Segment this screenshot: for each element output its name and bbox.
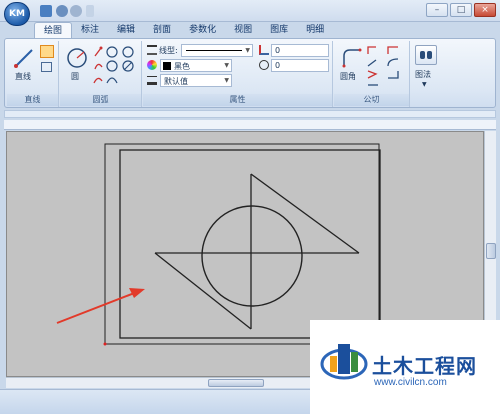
app-logo-button[interactable]: KM	[4, 2, 30, 26]
annotation-arrow-line	[56, 291, 138, 324]
fillet-button-label[interactable]: 圆角	[340, 71, 356, 82]
tab-view[interactable]: 视图	[225, 22, 261, 39]
color-palette-icon	[147, 60, 157, 70]
color-value: 黑色	[174, 62, 190, 71]
group-line: 直线 直线	[7, 41, 59, 107]
inner-border	[119, 149, 381, 339]
color-select[interactable]: 黑色 ▼	[160, 59, 232, 72]
horizontal-scroll-thumb[interactable]	[208, 379, 264, 387]
cad-window: – □ × KM 绘图 标注 编辑 剖面 参数化 视图 图库 明细 直线 直线	[0, 0, 500, 414]
tab-library[interactable]: 图库	[261, 22, 297, 39]
command-bar	[4, 110, 496, 118]
tab-edit[interactable]: 编辑	[108, 22, 144, 39]
linetype-label: 线型:	[159, 46, 178, 55]
circle-shape	[201, 205, 303, 307]
minimize-button[interactable]: –	[426, 3, 448, 17]
watermark-title: 土木工程网	[372, 354, 477, 378]
ribbon-panel: 直线 直线 圆 圆弧 线型: ▼ 黑色 ▼ 默认值 ▼ 0 0 属性 圆角 公切…	[4, 38, 496, 108]
undo-icon[interactable]	[56, 5, 68, 17]
annotation-arrow-head	[129, 288, 145, 298]
maximize-button[interactable]: □	[450, 3, 472, 17]
angle-icon	[259, 45, 269, 55]
title-bar: – □ ×	[0, 0, 500, 22]
ribbon-tabs: 绘图 标注 编辑 剖面 参数化 视图 图库 明细	[34, 22, 333, 39]
origin-marker	[103, 342, 107, 346]
linetype-icon	[147, 45, 157, 55]
view-button-label[interactable]: 图法	[415, 69, 431, 80]
polyline-icon[interactable]	[40, 45, 54, 58]
tab-section[interactable]: 剖面	[144, 22, 180, 39]
fillet-tool-icon[interactable]	[340, 46, 362, 68]
rotation-icon	[259, 60, 269, 70]
lineweight-select[interactable]: 默认值 ▼	[160, 74, 232, 87]
vertical-scroll-thumb[interactable]	[486, 243, 496, 259]
tab-parametric[interactable]: 参数化	[180, 22, 225, 39]
circle-tool-icon[interactable]	[66, 47, 88, 69]
redo-icon[interactable]	[70, 5, 82, 17]
tab-draw[interactable]: 绘图	[34, 22, 73, 39]
view-dropdown-icon[interactable]: ▼	[422, 81, 427, 88]
qat-dropdown-icon[interactable]	[86, 5, 94, 17]
close-button[interactable]: ×	[474, 3, 496, 17]
chevron-down-icon: ▼	[245, 47, 250, 54]
ruler-bar	[4, 120, 496, 130]
upper-triangle-edge	[250, 173, 360, 254]
watermark-url: www.civilcn.com	[374, 377, 447, 388]
line-button-label[interactable]: 直线	[15, 71, 31, 82]
angle-value: 0	[275, 46, 281, 55]
watermark-logo	[320, 344, 368, 380]
tab-detail[interactable]: 明细	[297, 22, 333, 39]
group-properties-label: 属性	[143, 94, 332, 106]
circle-button-label[interactable]: 圆	[71, 71, 79, 82]
angle-input[interactable]: 0	[271, 44, 329, 57]
linetype-preview	[186, 50, 242, 51]
group-common-label: 公切	[334, 94, 409, 106]
group-properties: 线型: ▼ 黑色 ▼ 默认值 ▼ 0 0 属性	[143, 41, 333, 107]
lineweight-value: 默认值	[164, 77, 188, 86]
chevron-down-icon: ▼	[224, 77, 229, 84]
rotation-input[interactable]: 0	[271, 59, 329, 72]
binoculars-icon[interactable]	[415, 45, 437, 65]
outer-frame	[104, 143, 380, 345]
linetype-select[interactable]: ▼	[181, 44, 253, 57]
line-tool-icon[interactable]	[13, 47, 35, 69]
arc-tools-icon[interactable]	[92, 45, 138, 87]
group-arc: 圆 圆弧	[60, 41, 142, 107]
group-common: 圆角 公切	[334, 41, 410, 107]
rectangle-icon[interactable]	[41, 62, 52, 72]
lineweight-icon	[147, 76, 157, 85]
group-line-label: 直线	[7, 94, 58, 106]
group-view: 图法 ▼	[411, 41, 441, 107]
watermark: 土木工程网 www.civilcn.com	[310, 320, 500, 414]
save-icon[interactable]	[40, 5, 52, 17]
group-arc-label: 圆弧	[60, 94, 141, 106]
tab-dimension[interactable]: 标注	[72, 22, 108, 39]
rotation-value: 0	[275, 61, 281, 70]
chevron-down-icon: ▼	[224, 62, 229, 69]
tangent-tools-icon[interactable]	[366, 44, 406, 88]
color-swatch	[163, 62, 171, 70]
